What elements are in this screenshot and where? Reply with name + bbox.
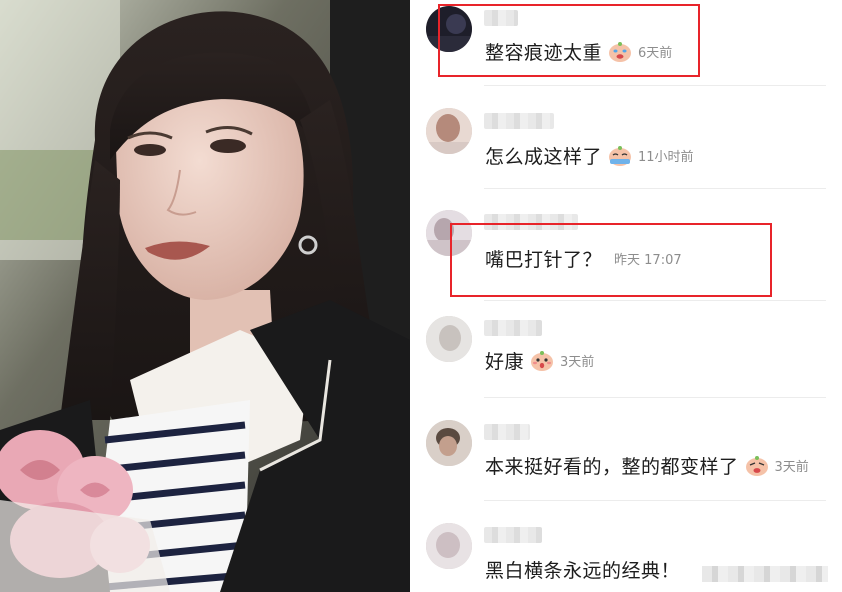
highlight-box	[438, 4, 700, 77]
comment-time: 3天前	[774, 460, 809, 475]
comment-time: 11小时前	[638, 150, 694, 165]
username-blurred[interactable]	[484, 527, 542, 543]
comment-content: 好康 3天前	[485, 347, 594, 374]
divider	[484, 300, 826, 301]
comment-text: 黑白横条永远的经典！	[485, 560, 681, 582]
comments-panel: 整容痕迹太重 6天前 怎么成这样了 11小时前 嘴巴打针了？ 昨天 17:07 …	[410, 0, 842, 592]
highlight-box	[450, 223, 772, 297]
avatar[interactable]	[426, 523, 472, 569]
tearful-face-emoji	[608, 145, 632, 167]
comment-text: 怎么成这样了	[485, 146, 603, 168]
comment-content: 怎么成这样了 11小时前	[485, 142, 694, 169]
divider	[484, 188, 826, 189]
divider	[484, 397, 826, 398]
surprised-face-emoji	[530, 350, 554, 372]
comment-content: 本来挺好看的，整的都变样了 3天前	[485, 452, 809, 479]
divider	[484, 500, 826, 501]
username-blurred[interactable]	[484, 113, 554, 129]
comment-text: 本来挺好看的，整的都变样了	[485, 456, 739, 478]
username-blurred[interactable]	[484, 320, 542, 336]
crying-face-emoji	[745, 455, 769, 477]
reply-preview-blurred[interactable]	[702, 566, 828, 582]
divider	[484, 85, 826, 86]
avatar[interactable]	[426, 420, 472, 466]
username-blurred[interactable]	[484, 424, 530, 440]
portrait-photo	[0, 0, 410, 592]
avatar[interactable]	[426, 316, 472, 362]
comment-text: 好康	[485, 351, 525, 373]
comment-content: 黑白横条永远的经典！	[485, 556, 680, 583]
avatar[interactable]	[426, 108, 472, 154]
comment-time: 3天前	[560, 355, 595, 370]
